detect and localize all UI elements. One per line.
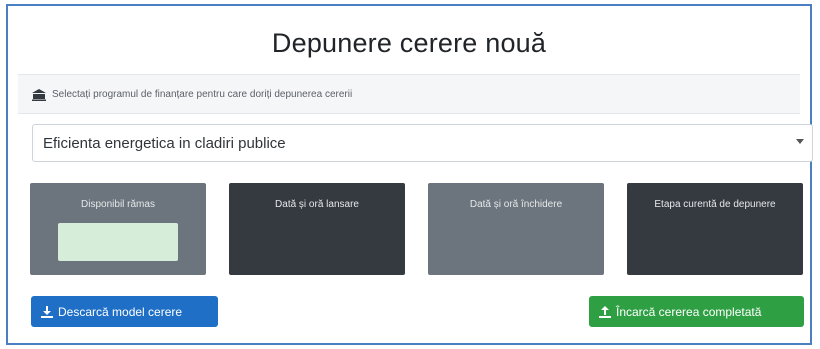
- card-launch-datetime: Dată și oră lansare: [229, 183, 405, 275]
- card-label: Dată și oră lansare: [275, 199, 359, 210]
- upload-icon: [599, 305, 611, 318]
- page-title: Depunere cerere nouă: [271, 28, 547, 58]
- section-header-text: Selectați programul de finanțare pentru …: [52, 88, 353, 100]
- upload-button-label: Încarcă cererea completată: [616, 304, 762, 319]
- program-select-value: Eficienta energetica in cladiri publice: [43, 134, 286, 152]
- upload-request-button[interactable]: Încarcă cererea completată: [589, 296, 804, 327]
- card-close-datetime: Dată și oră închidere: [428, 183, 604, 275]
- card-label: Dată și oră închidere: [469, 199, 563, 210]
- download-icon: [41, 305, 53, 318]
- card-current-stage: Etapa curentă de depunere: [627, 183, 803, 275]
- available-value-box: [58, 223, 178, 261]
- download-button-label: Descarcă model cerere: [58, 304, 183, 319]
- card-available-remaining: Disponibil rămas: [30, 183, 206, 275]
- section-header: Selectați programul de finanțare pentru …: [18, 74, 800, 114]
- card-label: Etapa curentă de depunere: [654, 199, 776, 210]
- program-select[interactable]: Eficienta energetica in cladiri publice: [32, 124, 813, 162]
- page-frame: Depunere cerere nouă Selectați programul…: [6, 4, 813, 345]
- dropdown-caret-icon: [796, 139, 804, 144]
- download-template-button[interactable]: Descarcă model cerere: [31, 296, 218, 327]
- card-label: Disponibil rămas: [81, 199, 155, 210]
- bank-icon: [32, 88, 46, 101]
